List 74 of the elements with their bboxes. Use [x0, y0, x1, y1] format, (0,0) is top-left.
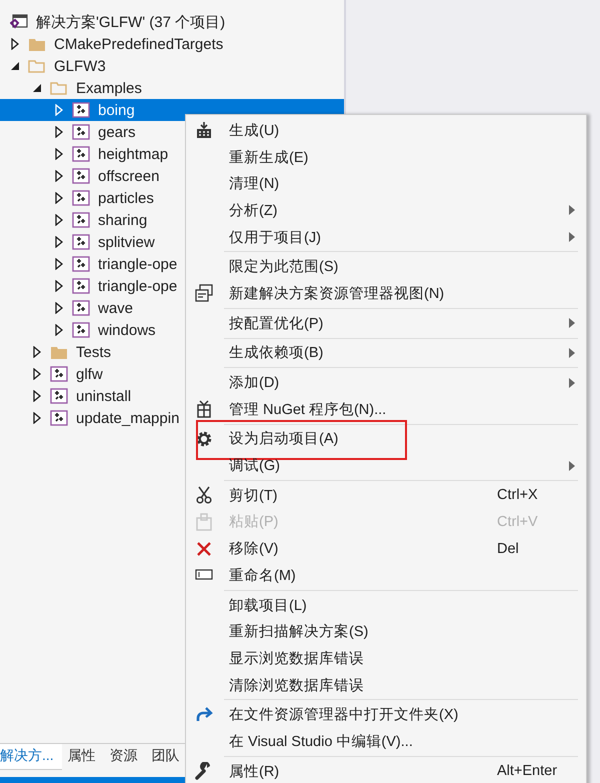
project-icon	[72, 124, 90, 140]
panel-tab[interactable]: 资源	[104, 744, 146, 770]
menu-item[interactable]: 生成(U)	[186, 117, 586, 144]
menu-item[interactable]: 设为启动项目(A)	[186, 426, 586, 452]
tree-item[interactable]: offscreen	[98, 168, 160, 184]
project-icon	[72, 300, 90, 316]
project-icon	[72, 168, 90, 184]
folder-icon	[50, 344, 68, 360]
panel-tab[interactable]: 解决方...	[0, 744, 62, 770]
tree-item[interactable]: windows	[98, 322, 156, 338]
scissors-icon	[196, 486, 212, 504]
menu-item[interactable]: 移除(V) Del	[186, 535, 586, 562]
menu-item[interactable]: 新建解决方案资源管理器视图(N)	[186, 280, 586, 307]
tree-item[interactable]: update_mappin	[76, 410, 180, 426]
tree-item[interactable]: particles	[98, 190, 154, 206]
project-icon	[72, 190, 90, 206]
tree-item[interactable]: boing	[98, 102, 135, 118]
menu-item[interactable]: 限定为此范围(S)	[186, 253, 586, 280]
tree-item[interactable]: heightmap	[98, 146, 168, 162]
project-icon	[50, 366, 68, 382]
redo-arrow-icon	[194, 706, 212, 723]
gift-icon	[196, 400, 212, 418]
project-icon	[72, 146, 90, 162]
tree-item[interactable]: glfw	[76, 366, 103, 382]
menu-item[interactable]: 在文件资源管理器中打开文件夹(X)	[186, 701, 586, 728]
solution-icon	[10, 14, 28, 30]
menu-item[interactable]: 按配置优化(P)	[186, 310, 586, 336]
menu-item[interactable]: 分析(Z)	[186, 197, 586, 224]
menu-item[interactable]: 生成依赖项(B)	[186, 340, 586, 366]
menu-item[interactable]: 在 Visual Studio 中编辑(V)...	[186, 728, 586, 755]
menu-item[interactable]: 添加(D)	[186, 369, 586, 396]
menu-item[interactable]: 调试(G)	[186, 452, 586, 479]
menu-item[interactable]: 清理(N)	[186, 170, 586, 198]
tree-item[interactable]: triangle-ope	[98, 278, 178, 294]
project-icon	[72, 256, 90, 272]
windows-icon	[194, 284, 212, 302]
wrench-icon	[194, 762, 212, 780]
tree-item[interactable]: Examples	[76, 80, 142, 96]
rename-icon	[194, 569, 212, 582]
menu-item[interactable]: 重新生成(E)	[186, 144, 586, 170]
menu-item[interactable]: 清除浏览数据库错误	[186, 672, 586, 698]
project-icon	[72, 322, 90, 338]
menu-item[interactable]: 卸载项目(L)	[186, 592, 586, 618]
project-icon	[50, 388, 68, 404]
menu-item[interactable]: 管理 NuGet 程序包(N)...	[186, 396, 586, 423]
tree-item[interactable]: sharing	[98, 212, 148, 228]
menu-item[interactable]: 显示浏览数据库错误	[186, 645, 586, 672]
tree-item[interactable]: wave	[98, 300, 134, 316]
menu-item[interactable]: 属性(R) Alt+Enter	[186, 758, 586, 783]
folder-icon	[50, 80, 68, 96]
tree-item[interactable]: uninstall	[76, 388, 132, 404]
panel-tab[interactable]: 团队	[146, 744, 188, 770]
tree-item[interactable]: triangle-ope	[98, 256, 178, 272]
solution-title[interactable]: 解决方案'GLFW' (37 个项目)	[36, 12, 226, 32]
project-icon	[72, 212, 90, 228]
menu-item[interactable]: 剪切(T) Ctrl+X	[186, 482, 586, 509]
panel-tab[interactable]: 属性	[62, 744, 104, 770]
menu-item[interactable]: 重命名(M)	[186, 562, 586, 589]
folder-icon	[28, 36, 46, 52]
project-icon	[50, 410, 68, 426]
project-icon	[72, 278, 90, 294]
folder-icon	[28, 58, 46, 74]
project-icon	[72, 234, 90, 250]
menu-item[interactable]: 重新扫描解决方案(S)	[186, 618, 586, 646]
tree-item[interactable]: splitview	[98, 234, 155, 250]
tree-item[interactable]: Tests	[76, 344, 112, 360]
project-icon	[72, 102, 90, 118]
tree-item[interactable]: GLFW3	[54, 58, 106, 74]
menu-item[interactable]: 仅用于项目(J)	[186, 224, 586, 250]
tree-item[interactable]: CMakePredefinedTargets	[54, 36, 224, 52]
close-icon	[196, 540, 212, 557]
clipboard-icon	[196, 512, 212, 531]
build-icon	[194, 121, 212, 140]
tree-item[interactable]: gears	[98, 124, 136, 140]
